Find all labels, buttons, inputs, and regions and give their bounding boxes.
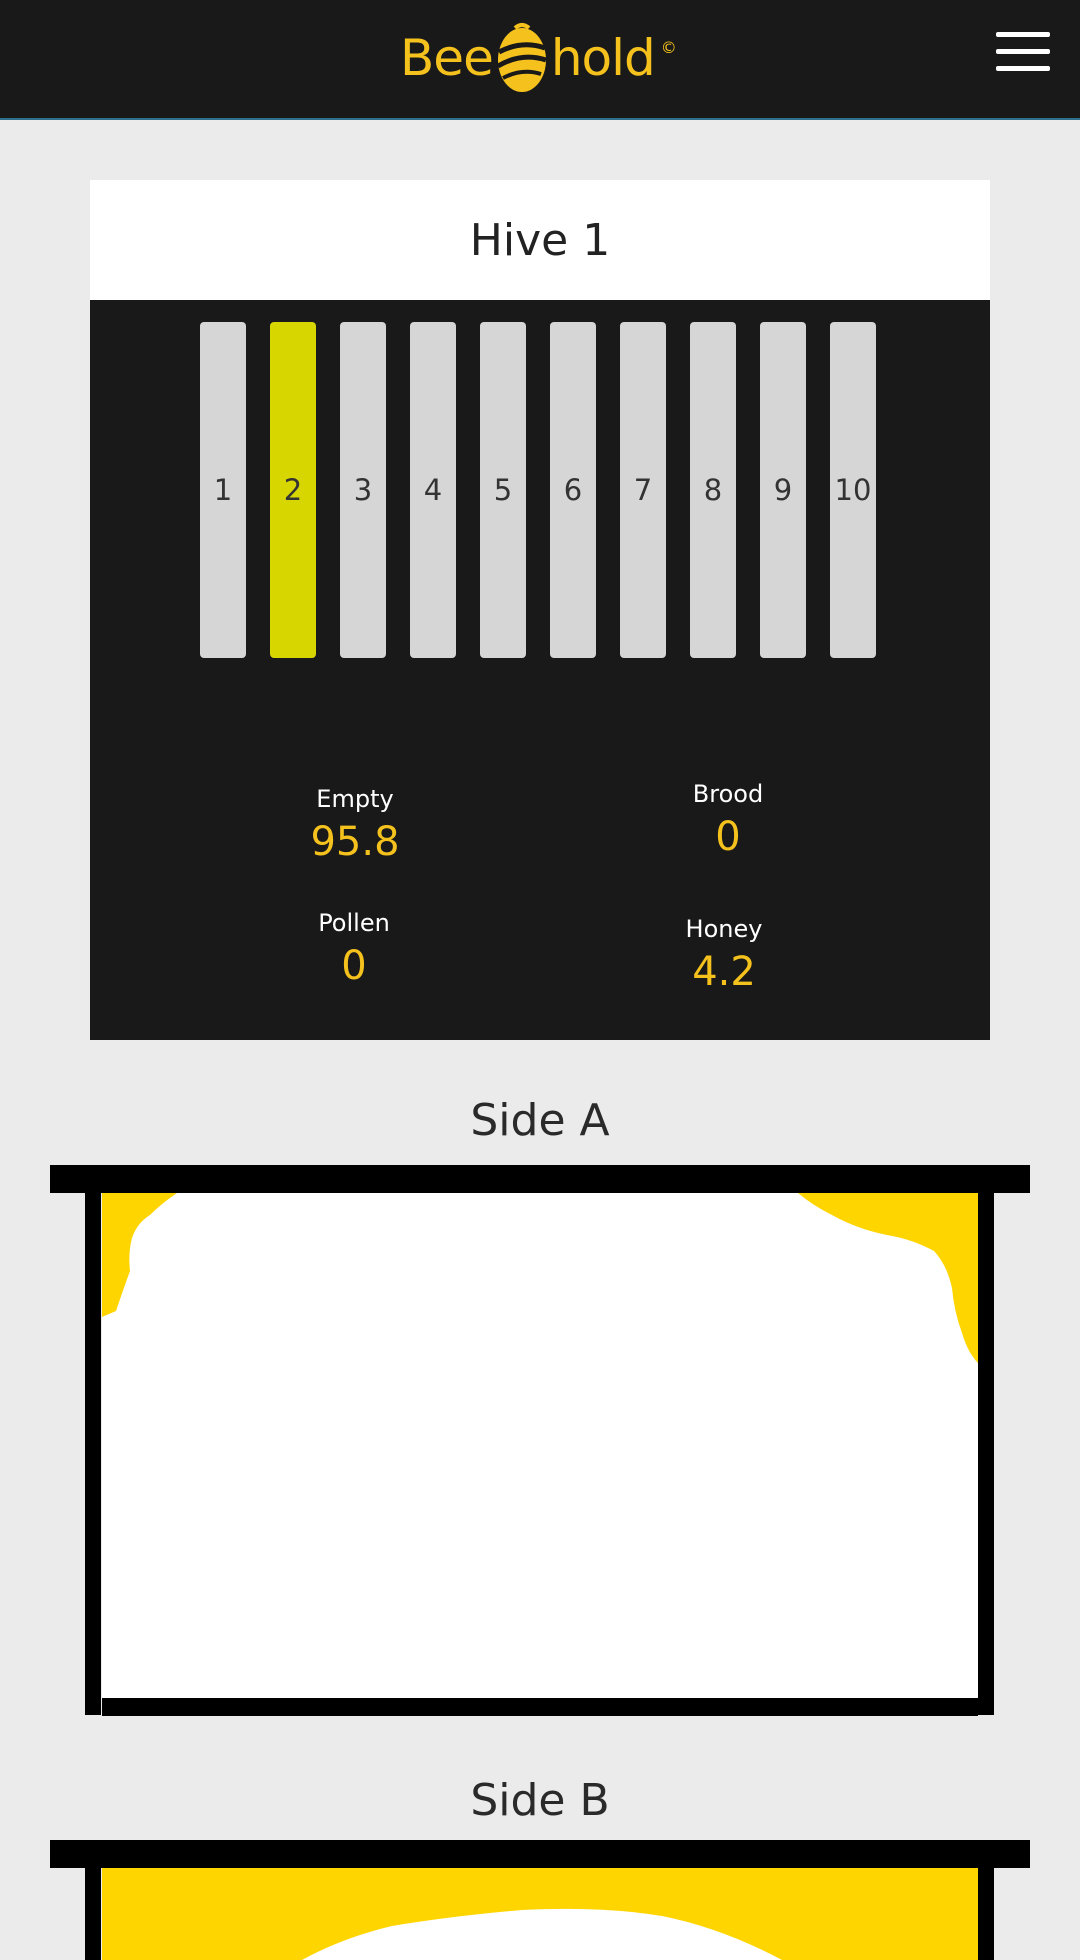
frame-button-3[interactable]: 3 [340, 322, 386, 658]
stat-empty-value: 95.8 [310, 819, 400, 865]
side-a-top-bar [50, 1165, 1030, 1193]
side-a-right-post [978, 1193, 994, 1715]
side-a-honey-map [102, 1193, 978, 1363]
frame-selector: 1 2 3 4 5 6 7 8 9 10 [200, 322, 900, 658]
side-b-right-post [978, 1868, 994, 1960]
side-a-bottom-bar [102, 1698, 978, 1716]
top-bar: Bee hold © [0, 0, 1080, 120]
stat-empty-label: Empty [316, 785, 394, 813]
frame-button-7[interactable]: 7 [620, 322, 666, 658]
frame-button-4[interactable]: 4 [410, 322, 456, 658]
side-b-frame [50, 1840, 1030, 1960]
hive-title: Hive 1 [90, 180, 990, 300]
stat-honey-value: 4.2 [692, 949, 756, 995]
frame-button-6[interactable]: 6 [550, 322, 596, 658]
side-b-honey-map [302, 1908, 782, 1960]
stat-pollen: Pollen 0 [204, 909, 504, 989]
stat-empty: Empty 95.8 [205, 785, 505, 865]
bee-logo-icon [496, 23, 547, 92]
hive-panel: 1 2 3 4 5 6 7 8 9 10 Empty 95.8 Brood 0 … [90, 300, 990, 1040]
hamburger-menu-icon[interactable] [996, 32, 1050, 72]
logo-text-right: hold [550, 29, 656, 87]
side-a-title: Side A [470, 1095, 610, 1146]
frame-button-2[interactable]: 2 [270, 322, 316, 658]
stat-brood: Brood 0 [578, 780, 878, 860]
stat-honey-label: Honey [685, 915, 763, 943]
side-b-comb [102, 1868, 978, 1960]
frame-button-10[interactable]: 10 [830, 322, 876, 658]
side-b-top-bar [50, 1840, 1030, 1868]
side-a-comb [102, 1193, 978, 1698]
logo-text-left: Bee [400, 29, 494, 87]
frame-button-5[interactable]: 5 [480, 322, 526, 658]
frame-button-9[interactable]: 9 [760, 322, 806, 658]
frame-button-8[interactable]: 8 [690, 322, 736, 658]
side-b-left-post [85, 1868, 101, 1960]
side-a-frame [50, 1165, 1030, 1716]
beehold-logo[interactable]: Bee hold © [400, 18, 677, 98]
side-b-title: Side B [470, 1775, 610, 1826]
stat-brood-label: Brood [692, 780, 764, 808]
stat-pollen-value: 0 [341, 943, 367, 989]
side-a-left-post [85, 1193, 101, 1715]
frame-button-1[interactable]: 1 [200, 322, 246, 658]
stat-brood-value: 0 [715, 814, 741, 860]
stat-honey: Honey 4.2 [574, 915, 874, 995]
stat-pollen-label: Pollen [318, 909, 390, 937]
logo-copyright-mark: © [660, 38, 677, 57]
